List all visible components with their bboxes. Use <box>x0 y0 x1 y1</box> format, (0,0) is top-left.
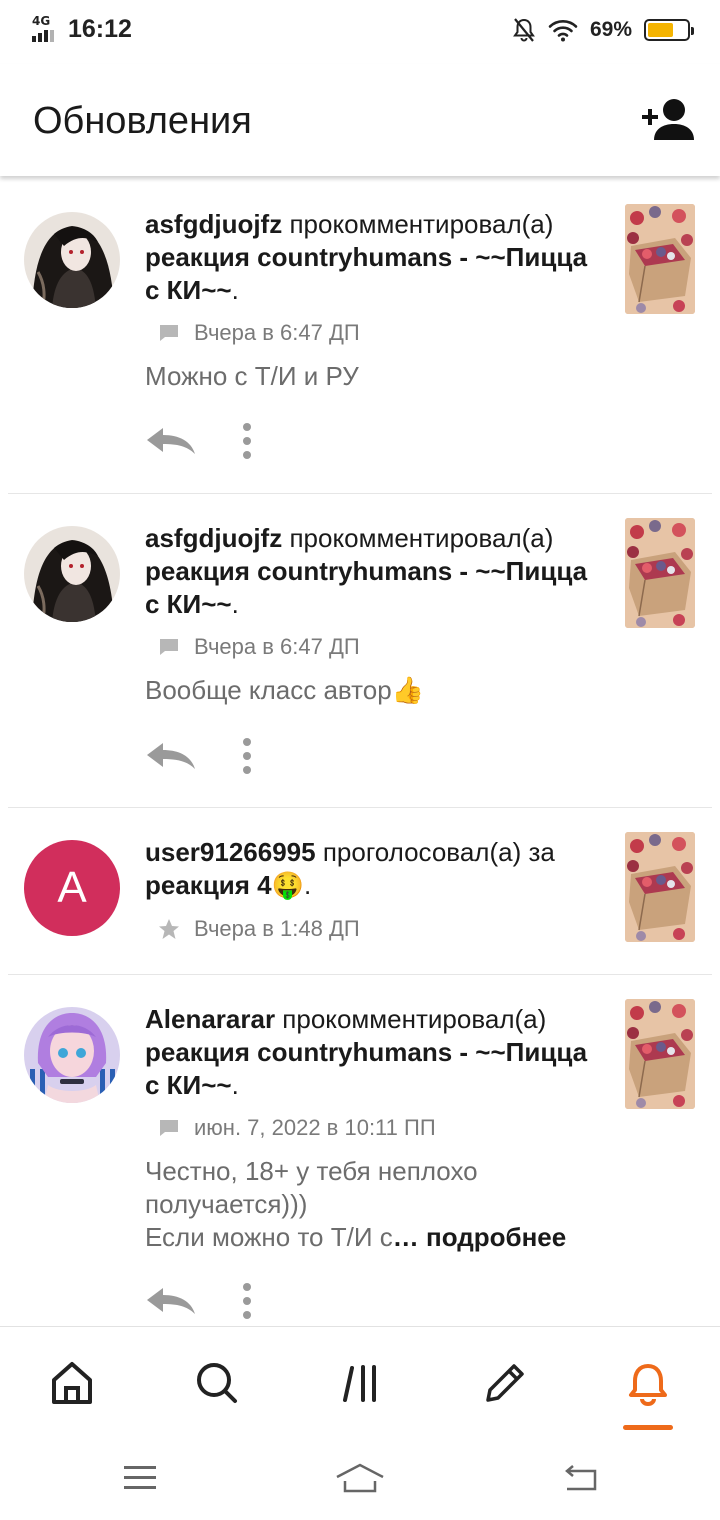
nav-write[interactable] <box>480 1357 528 1409</box>
add-user-button[interactable] <box>640 96 696 144</box>
network-type: 4G <box>32 14 51 28</box>
more-options-button[interactable] <box>241 423 253 459</box>
bottom-navigation <box>0 1326 720 1438</box>
item-actions <box>145 738 253 774</box>
notifications-icon <box>629 1364 667 1406</box>
username-link[interactable]: user91266995 <box>145 837 316 867</box>
reply-icon[interactable] <box>145 426 197 456</box>
story-link[interactable]: реакция countryhumans - ~~Пицца с КИ~~ <box>145 556 587 619</box>
battery-percent: 69% <box>589 18 632 41</box>
comment-text: Честно, 18+ у тебя неплохо получается)))… <box>145 1155 615 1254</box>
item-actions <box>145 1283 253 1319</box>
reply-icon[interactable] <box>145 741 197 771</box>
story-cover-thumbnail[interactable] <box>625 518 695 628</box>
story-cover-thumbnail[interactable] <box>625 999 695 1109</box>
comment-icon <box>160 325 178 341</box>
library-icon <box>343 1365 376 1402</box>
comment-icon <box>160 639 178 655</box>
signal-icon: 4G <box>30 14 60 44</box>
nav-home[interactable] <box>48 1357 96 1409</box>
update-text: asfgdjuojfz прокомментировал(а) реакция … <box>145 522 600 621</box>
update-meta: Вчера в 6:47 ДП <box>158 320 360 346</box>
comment-icon <box>160 1120 178 1136</box>
update-meta: Вчера в 1:48 ДП <box>158 916 360 942</box>
nav-search[interactable] <box>192 1357 240 1409</box>
add-user-icon <box>642 99 694 140</box>
action-text: прокомментировал(а) <box>282 523 554 553</box>
star-icon <box>159 919 179 939</box>
back-icon <box>565 1465 597 1491</box>
item-actions <box>145 423 253 459</box>
timestamp: Вчера в 6:47 ДП <box>194 634 360 659</box>
update-text: user91266995 проголосовал(а) за реакция … <box>145 836 600 902</box>
nav-library[interactable] <box>338 1357 386 1409</box>
updates-feed[interactable]: asfgdjuojfz прокомментировал(а) реакция … <box>0 176 720 1326</box>
page-title: Обновления <box>33 100 252 142</box>
comment-text: Можно с Т/И и РУ <box>145 361 359 391</box>
update-meta: июн. 7, 2022 в 10:11 ПП <box>158 1115 436 1141</box>
story-cover-thumbnail[interactable] <box>625 204 695 314</box>
battery-icon <box>644 19 694 41</box>
clock: 16:12 <box>68 14 132 43</box>
list-item[interactable]: A user91266995 проголосовал(а) за реакци… <box>8 808 712 975</box>
active-tab-indicator <box>623 1425 673 1430</box>
timestamp: Вчера в 6:47 ДП <box>194 320 360 345</box>
action-text: прокомментировал(а) <box>275 1004 547 1034</box>
text-suffix: . <box>304 870 312 900</box>
comment-text: Вообще класс автор👍 <box>145 675 425 705</box>
text-suffix: . <box>231 275 239 305</box>
list-item[interactable]: asfgdjuojfz прокомментировал(а) реакция … <box>8 176 712 494</box>
update-text: Alenararar прокомментировал(а) реакция c… <box>145 1003 600 1102</box>
system-navigation-bar <box>0 1438 720 1520</box>
text-suffix: . <box>231 1070 239 1100</box>
home-icon <box>52 1362 92 1404</box>
story-cover-thumbnail[interactable] <box>625 832 695 942</box>
timestamp: Вчера в 1:48 ДП <box>194 916 360 941</box>
wifi-icon <box>548 20 578 42</box>
status-right: 69% <box>512 17 694 43</box>
story-link[interactable]: реакция countryhumans - ~~Пицца с КИ~~ <box>145 242 587 305</box>
update-text: asfgdjuojfz прокомментировал(а) реакция … <box>145 208 600 307</box>
action-text: прокомментировал(а) <box>282 209 554 239</box>
home-outline-icon <box>336 1463 384 1493</box>
status-left: 4G 16:12 <box>30 14 132 44</box>
avatar[interactable] <box>24 212 120 308</box>
more-options-button[interactable] <box>241 1283 253 1319</box>
app-header: Обновления <box>0 64 720 176</box>
list-item[interactable]: asfgdjuojfz прокомментировал(а) реакция … <box>8 494 712 808</box>
avatar-letter: A <box>57 863 87 912</box>
menu-icon <box>124 1466 156 1489</box>
avatar[interactable] <box>24 1007 120 1103</box>
timestamp: июн. 7, 2022 в 10:11 ПП <box>194 1115 436 1140</box>
write-icon <box>486 1364 524 1402</box>
text-suffix: . <box>231 589 239 619</box>
battery-fill <box>648 23 673 37</box>
comment-ellipsis: … <box>392 1222 426 1252</box>
action-text: проголосовал(а) за <box>315 837 555 867</box>
reply-icon[interactable] <box>145 1286 197 1316</box>
avatar[interactable] <box>24 526 120 622</box>
search-icon <box>197 1363 237 1403</box>
update-meta: Вчера в 6:47 ДП <box>158 634 360 660</box>
avatar[interactable]: A <box>24 840 120 936</box>
story-link[interactable]: реакция 4🤑 <box>145 870 304 900</box>
username-link[interactable]: asfgdjuojfz <box>145 209 282 239</box>
system-home-button[interactable] <box>334 1458 386 1498</box>
username-link[interactable]: asfgdjuojfz <box>145 523 282 553</box>
nav-notifications[interactable] <box>624 1357 672 1409</box>
more-options-button[interactable] <box>241 738 253 774</box>
recent-apps-button[interactable] <box>120 1458 160 1498</box>
status-bar: 4G 16:12 69% <box>0 0 720 64</box>
system-back-button[interactable] <box>560 1458 600 1498</box>
username-link[interactable]: Alenararar <box>145 1004 275 1034</box>
mute-bell-icon <box>513 18 535 42</box>
list-item[interactable]: Alenararar прокомментировал(а) реакция c… <box>8 975 712 1326</box>
story-link[interactable]: реакция countryhumans - ~~Пицца с КИ~~ <box>145 1037 587 1100</box>
read-more-link[interactable]: подробнее <box>426 1222 566 1252</box>
